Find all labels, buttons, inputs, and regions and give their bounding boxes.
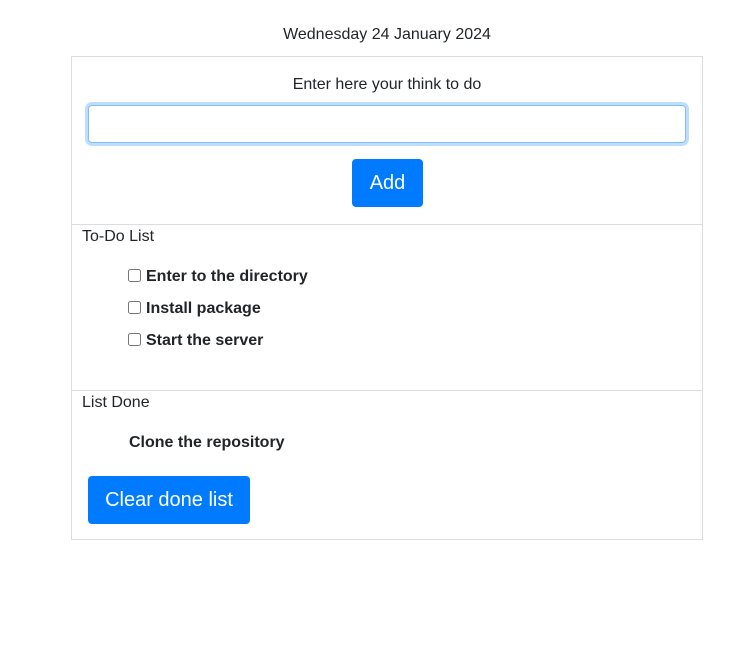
done-item: Clone the repository (129, 434, 285, 451)
done-list: Clone the repository (129, 431, 285, 455)
clear-done-list-button[interactable]: Clear done list (88, 476, 250, 524)
done-section: List Done Clone the repository Clear don… (72, 391, 702, 539)
add-task-prompt: Enter here your think to do (292, 76, 482, 93)
add-button[interactable]: Add (352, 159, 423, 207)
todo-checkbox[interactable] (128, 333, 141, 346)
current-date: Wednesday 24 January 2024 (283, 26, 491, 43)
todo-item-label: Install package (146, 300, 261, 317)
todo-card: Enter here your think to do Add To-Do Li… (71, 56, 703, 540)
todo-item-label: Enter to the directory (146, 268, 308, 285)
todo-list: Enter to the directory Install package S… (128, 265, 308, 361)
todo-checkbox[interactable] (128, 269, 141, 282)
todo-item-label: Start the server (146, 332, 264, 349)
todo-section: To-Do List Enter to the directory Instal… (72, 225, 702, 391)
todo-item: Enter to the directory (128, 265, 308, 297)
todo-item: Install package (128, 297, 308, 329)
task-input[interactable] (88, 105, 686, 143)
todo-checkbox[interactable] (128, 301, 141, 314)
add-task-section: Enter here your think to do Add (72, 57, 702, 225)
done-list-title: List Done (82, 394, 150, 411)
todo-list-title: To-Do List (82, 228, 155, 245)
todo-item: Start the server (128, 329, 308, 361)
